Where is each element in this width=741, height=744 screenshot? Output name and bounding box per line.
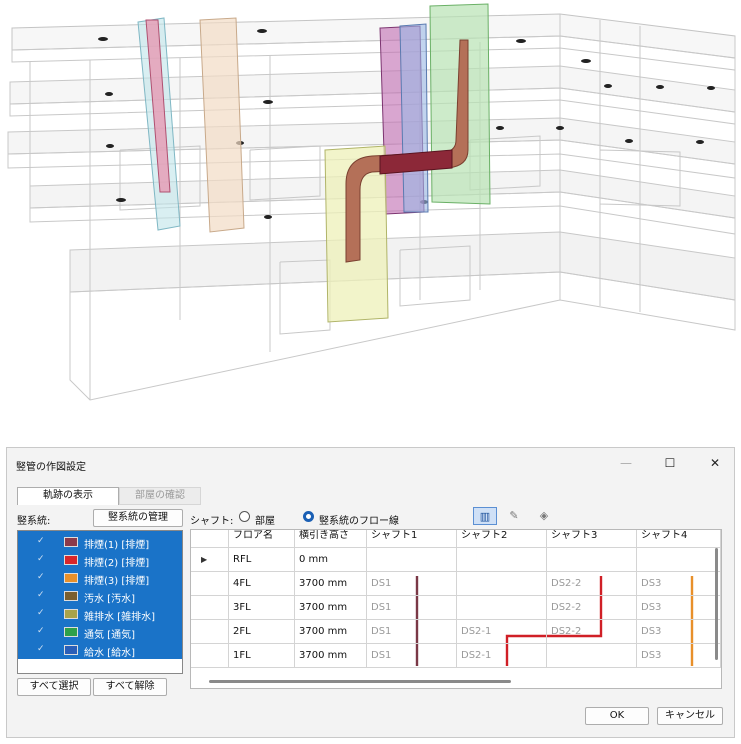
current-row-icon: ▶ bbox=[201, 555, 208, 564]
table-cell[interactable]: 3700 mm bbox=[295, 644, 367, 668]
table-cell[interactable]: 3700 mm bbox=[295, 572, 367, 596]
table-cell[interactable]: DS2-1 bbox=[457, 644, 547, 668]
table-cell[interactable]: DS1 bbox=[367, 644, 457, 668]
table-cell[interactable]: DS3 bbox=[637, 620, 721, 644]
cancel-button[interactable]: キャンセル bbox=[657, 707, 723, 725]
table-cell[interactable]: DS3 bbox=[637, 644, 721, 668]
check-icon[interactable]: ✓ bbox=[37, 536, 47, 546]
shaft-flow-radio[interactable] bbox=[303, 511, 314, 522]
system-item[interactable]: ✓ 給水 [給水] bbox=[18, 641, 182, 659]
system-item[interactable]: ✓ 排煙(3) [排煙] bbox=[18, 569, 182, 587]
system-list[interactable]: ✓ 排煙(1) [排煙] ✓ 排煙(2) [排煙] ✓ 排煙(3) [排煙] ✓ 汚水 [汚水… bbox=[17, 530, 183, 674]
check-icon[interactable]: ✓ bbox=[37, 572, 47, 582]
color-swatch bbox=[64, 573, 78, 583]
table-cell[interactable] bbox=[547, 548, 637, 572]
column-header[interactable]: シャフト2 bbox=[457, 530, 547, 548]
column-header[interactable]: 横引き高さ bbox=[295, 530, 367, 548]
column-header[interactable]: フロア名 bbox=[229, 530, 295, 548]
color-swatch bbox=[64, 537, 78, 547]
tab-room-check[interactable]: 部屋の確認 bbox=[119, 487, 201, 505]
table-cell[interactable]: DS3 bbox=[637, 572, 721, 596]
table-cell[interactable]: DS2-1 bbox=[457, 620, 547, 644]
deselect-all-button[interactable]: すべて解除 bbox=[93, 678, 167, 696]
system-label: 汚水 [汚水] bbox=[84, 594, 135, 605]
table-cell[interactable]: DS2-2 bbox=[547, 596, 637, 620]
check-icon[interactable]: ✓ bbox=[37, 644, 47, 654]
table-cell[interactable]: 4FL bbox=[229, 572, 295, 596]
horizontal-scrollbar[interactable] bbox=[209, 680, 511, 683]
system-label: 排煙(1) [排煙] bbox=[84, 540, 150, 551]
color-swatch bbox=[64, 591, 78, 601]
close-icon[interactable]: ✕ bbox=[700, 453, 730, 473]
shaft-label: シャフト: bbox=[190, 516, 234, 527]
system-item[interactable]: ✓ 通気 [通気] bbox=[18, 623, 182, 641]
table-cell[interactable] bbox=[457, 572, 547, 596]
system-label: 給水 [給水] bbox=[84, 648, 135, 659]
shaft-flow-label: 竪系統のフロー線 bbox=[319, 516, 399, 527]
tab-track-display[interactable]: 軌跡の表示 bbox=[17, 487, 119, 505]
maximize-icon[interactable]: ☐ bbox=[655, 453, 685, 473]
pencil-icon[interactable]: ✎ bbox=[502, 507, 526, 525]
table-cell[interactable]: 3700 mm bbox=[295, 620, 367, 644]
row-selector[interactable] bbox=[191, 644, 229, 668]
row-selector[interactable]: ▶ bbox=[191, 548, 229, 572]
system-item[interactable]: ✓ 汚水 [汚水] bbox=[18, 587, 182, 605]
minimize-icon[interactable]: — bbox=[611, 453, 641, 473]
manage-systems-button[interactable]: 竪系統の管理 bbox=[93, 509, 183, 527]
dialog-title: 竪管の作図設定 bbox=[16, 462, 86, 473]
table-cell[interactable] bbox=[457, 548, 547, 572]
system-item[interactable]: ✓ 雑排水 [雑排水] bbox=[18, 605, 182, 623]
table-cell[interactable]: DS2-2 bbox=[547, 572, 637, 596]
title-bar[interactable]: 竪管の作図設定 — ☐ ✕ bbox=[7, 448, 734, 478]
table-cell[interactable]: 2FL bbox=[229, 620, 295, 644]
systems-label: 竪系統: bbox=[17, 516, 51, 527]
color-swatch bbox=[64, 645, 78, 655]
column-header[interactable]: シャフト3 bbox=[547, 530, 637, 548]
table-cell[interactable]: 3FL bbox=[229, 596, 295, 620]
shaft-room-radio[interactable] bbox=[239, 511, 250, 522]
system-label: 排煙(3) [排煙] bbox=[84, 576, 150, 587]
check-icon[interactable]: ✓ bbox=[37, 626, 47, 636]
system-label: 通気 [通気] bbox=[84, 630, 135, 641]
select-all-button[interactable]: すべて選択 bbox=[17, 678, 91, 696]
table-cell[interactable]: DS1 bbox=[367, 620, 457, 644]
shaft-table[interactable]: フロア名 横引き高さ シャフト1 シャフト2 シャフト3 シャフト4 ▶ RFL 0 mm 4FL… bbox=[190, 529, 722, 689]
building-3d-view[interactable] bbox=[0, 0, 741, 420]
ok-button[interactable]: OK bbox=[585, 707, 649, 725]
color-swatch bbox=[64, 609, 78, 619]
system-item[interactable]: ✓ 排煙(1) [排煙] bbox=[18, 533, 182, 551]
table-cell[interactable]: RFL bbox=[229, 548, 295, 572]
system-label: 雑排水 [雑排水] bbox=[84, 612, 155, 623]
table-cell[interactable]: DS1 bbox=[367, 572, 457, 596]
color-swatch bbox=[64, 627, 78, 637]
list-empty-area bbox=[18, 659, 182, 673]
system-label: 排煙(2) [排煙] bbox=[84, 558, 150, 569]
table-cell[interactable] bbox=[457, 596, 547, 620]
table-cell[interactable]: 3700 mm bbox=[295, 596, 367, 620]
color-swatch bbox=[64, 555, 78, 565]
shaft-room-label: 部屋 bbox=[255, 516, 275, 527]
table-cell[interactable] bbox=[547, 644, 637, 668]
table-cell[interactable]: DS3 bbox=[637, 596, 721, 620]
grid-icon[interactable]: ▥ bbox=[473, 507, 497, 525]
table-cell[interactable]: 0 mm bbox=[295, 548, 367, 572]
row-selector[interactable] bbox=[191, 572, 229, 596]
vertical-scrollbar[interactable] bbox=[715, 548, 718, 660]
system-item[interactable]: ✓ 排煙(2) [排煙] bbox=[18, 551, 182, 569]
row-selector[interactable] bbox=[191, 596, 229, 620]
table-cell[interactable] bbox=[367, 548, 457, 572]
row-header-corner[interactable] bbox=[191, 530, 229, 548]
column-header[interactable]: シャフト1 bbox=[367, 530, 457, 548]
check-icon[interactable]: ✓ bbox=[37, 554, 47, 564]
table-cell[interactable] bbox=[637, 548, 721, 572]
pipe-drawing-settings-dialog: 竪管の作図設定 — ☐ ✕ 軌跡の表示 部屋の確認 竪系統: 竪系統の管理 ✓ 排… bbox=[6, 447, 735, 738]
column-header[interactable]: シャフト4 bbox=[637, 530, 721, 548]
eraser-icon[interactable]: ◈ bbox=[532, 507, 556, 525]
table-cell[interactable]: 1FL bbox=[229, 644, 295, 668]
check-icon[interactable]: ✓ bbox=[37, 608, 47, 618]
check-icon[interactable]: ✓ bbox=[37, 590, 47, 600]
row-selector[interactable] bbox=[191, 620, 229, 644]
table-cell[interactable]: DS2-2 bbox=[547, 620, 637, 644]
table-cell[interactable]: DS1 bbox=[367, 596, 457, 620]
